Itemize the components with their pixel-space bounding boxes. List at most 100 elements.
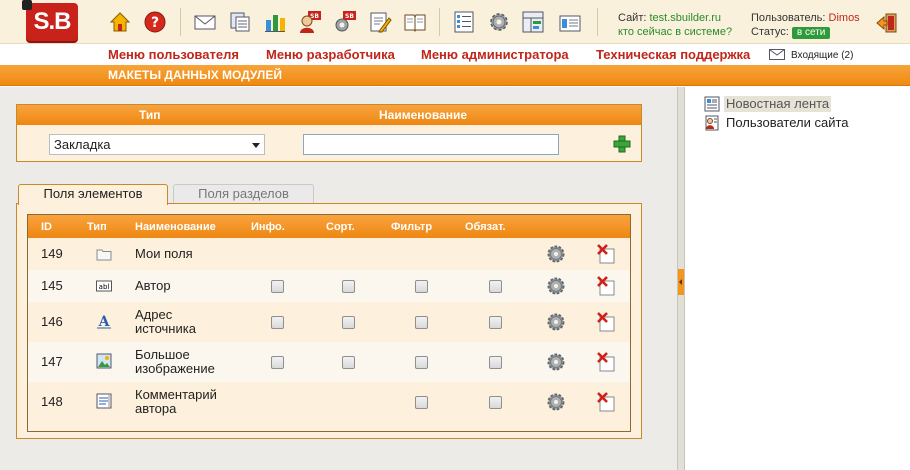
top-toolbar: S.B ? SB SB Сайт: test.sbuilder.ru кто с… [0,0,910,44]
user-info: Пользователь: Dimos Статус: в сети [751,11,860,39]
filter-checkbox[interactable] [415,316,428,329]
col-name: Наименование [135,221,216,233]
site-label: Сайт: [618,12,647,24]
collapse-handle[interactable] [678,269,684,295]
info-checkbox[interactable] [271,316,284,329]
row-name: Автор [135,278,171,293]
svg-text:SB: SB [345,13,354,20]
col-required: Обязат. [465,221,506,233]
tab-element-fields[interactable]: Поля элементов [18,184,168,205]
delete-icon[interactable] [596,352,616,372]
fields-table: ID Тип Наименование Инфо. Сорт. Фильтр О… [27,214,631,432]
envelope-icon [769,49,785,60]
gear-icon[interactable] [546,352,566,372]
user-name-link[interactable]: Dimos [829,12,860,24]
modules-icon[interactable] [263,10,287,34]
filter-checkbox[interactable] [415,396,428,409]
filter-checkbox[interactable] [415,356,428,369]
inbox-label: Входящие (2) [791,50,854,61]
status-label: Статус: [751,26,789,38]
menu-developer[interactable]: Меню разработчика [266,47,395,62]
row-name: Большое [135,347,190,362]
table-row[interactable]: 146 A Адрес источника [28,302,630,342]
mail-icon[interactable] [193,10,217,34]
col-info: Инфо. [251,221,285,233]
gear-icon[interactable] [546,244,566,264]
sort-checkbox[interactable] [342,316,355,329]
book-icon[interactable] [403,10,427,34]
exit-icon[interactable] [876,12,898,34]
edit-document-icon[interactable] [368,10,392,34]
row-id: 149 [41,246,63,261]
type-select[interactable]: Закладка [49,134,265,155]
toolbar-separator [180,8,181,36]
table-row[interactable]: 147 Большое изображение [28,342,630,382]
home-icon[interactable] [108,10,132,34]
table-row[interactable]: 149 Мои поля [28,238,630,270]
required-checkbox[interactable] [489,316,502,329]
toolbar-separator [597,8,598,36]
gear-icon[interactable] [487,10,511,34]
table-row[interactable]: 148 Комментарий автора [28,382,630,422]
menu-user[interactable]: Меню пользователя [108,47,239,62]
delete-icon[interactable] [596,312,616,332]
sort-checkbox[interactable] [342,280,355,293]
site-url-link[interactable]: test.sbuilder.ru [650,12,722,24]
users-admin-icon[interactable]: SB [298,10,322,34]
user-label: Пользователь: [751,12,826,24]
status-badge: в сети [791,27,831,39]
gear-icon[interactable] [546,276,566,296]
col-filter: Фильтр [391,221,433,233]
filter-checkbox[interactable] [415,280,428,293]
row-name-line2: автора [135,401,177,416]
col-type: Тип [87,221,107,233]
info-checkbox[interactable] [271,280,284,293]
info-checkbox[interactable] [271,356,284,369]
required-checkbox[interactable] [489,396,502,409]
panel-splitter[interactable] [677,87,685,470]
tree-item-label: Пользователи сайта [726,115,849,130]
row-name: Мои поля [135,246,193,261]
help-icon[interactable]: ? [143,10,167,34]
toolbar-separator [439,8,440,36]
folder-icon [96,246,112,262]
table-header: ID Тип Наименование Инфо. Сорт. Фильтр О… [28,215,630,238]
row-name-line2: источника [135,321,196,336]
svg-text:A: A [98,314,111,329]
list-icon[interactable] [452,10,476,34]
name-input[interactable] [303,134,559,155]
menu-support[interactable]: Техническая поддержка [596,47,750,62]
tools-icon[interactable] [521,10,545,34]
row-name: Адрес [135,307,173,322]
inbox-link[interactable]: Входящие (2) [769,49,853,61]
required-checkbox[interactable] [489,356,502,369]
required-checkbox[interactable] [489,280,502,293]
delete-icon[interactable] [596,244,616,264]
row-name: Комментарий [135,387,217,402]
row-id: 145 [41,278,63,293]
gear-icon[interactable] [546,312,566,332]
news-feed-icon [704,96,720,112]
gear-icon[interactable] [546,392,566,412]
filter-panel: Тип Наименование Закладка [16,104,642,162]
col-sort: Сорт. [326,221,355,233]
table-row[interactable]: 145 abl Автор [28,270,630,302]
logo[interactable]: S.B [0,0,80,44]
structure-icon[interactable] [228,10,252,34]
row-name-line2: изображение [135,361,215,376]
settings-sb-icon[interactable]: SB [333,10,357,34]
svg-text:?: ? [151,15,159,31]
tab-section-fields[interactable]: Поля разделов [173,184,314,204]
who-online-link[interactable]: кто сейчас в системе? [618,25,732,39]
sort-checkbox[interactable] [342,356,355,369]
delete-icon[interactable] [596,392,616,412]
site-users-icon [704,115,720,131]
delete-icon[interactable] [596,276,616,296]
filter-name-header: Наименование [379,108,468,122]
pages-icon[interactable] [558,10,582,34]
add-icon[interactable] [613,135,631,153]
fields-panel: ID Тип Наименование Инфо. Сорт. Фильтр О… [16,203,642,439]
row-id: 147 [41,354,63,369]
menu-admin[interactable]: Меню администратора [421,47,569,62]
svg-text:abl: abl [99,283,110,291]
